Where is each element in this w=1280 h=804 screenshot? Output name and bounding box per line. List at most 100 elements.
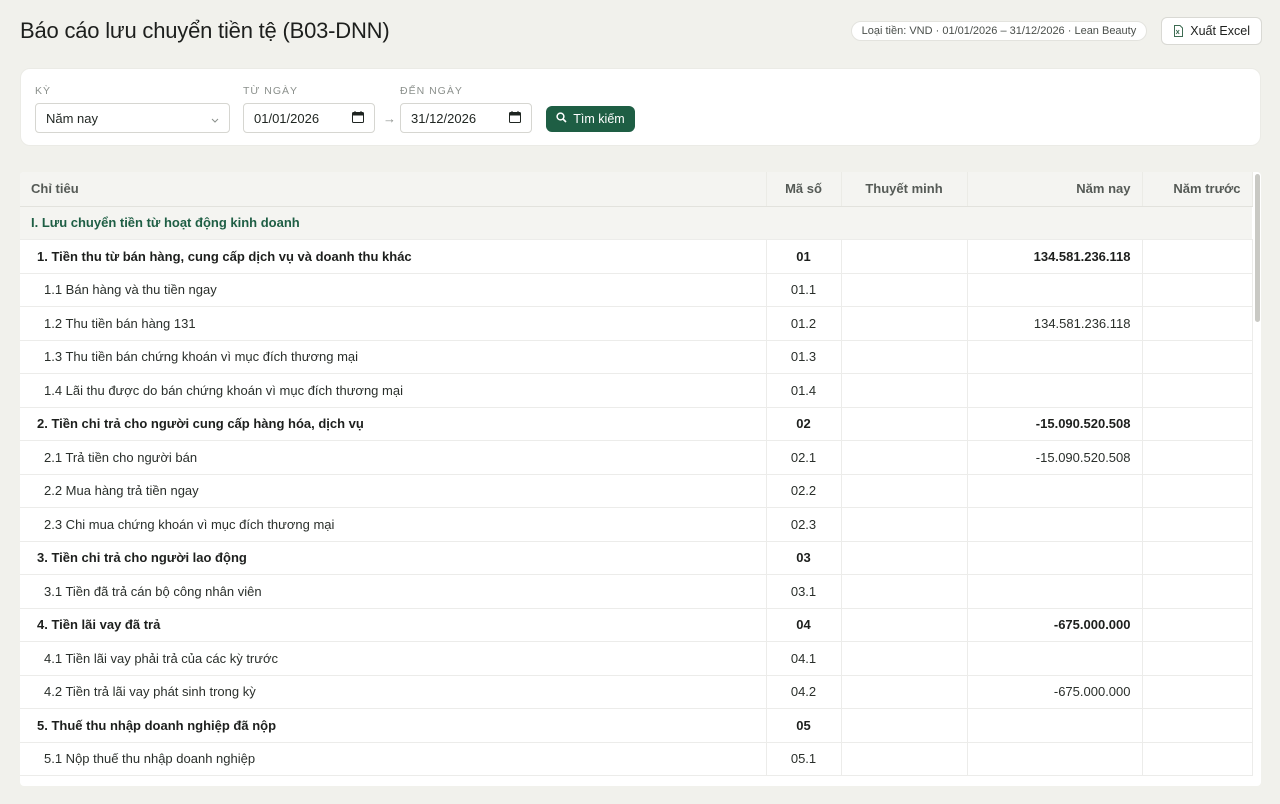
vertical-scrollbar[interactable] [1255, 174, 1260, 322]
calendar-icon[interactable] [352, 110, 364, 126]
excel-file-icon [1173, 25, 1184, 37]
row-code: 05.1 [766, 742, 842, 776]
row-code: 02 [766, 407, 842, 441]
column-header-previous-year: Năm trước [1142, 172, 1253, 207]
row-previous-year-value [1142, 507, 1253, 542]
table-group-row: 1. Tiền thu từ bán hàng, cung cấp dịch v… [20, 239, 1253, 274]
row-note [841, 474, 968, 508]
row-current-year-value [967, 340, 1143, 374]
arrow-right-icon: → [383, 111, 396, 126]
row-code: 03.1 [766, 574, 842, 609]
period-value: Năm nay [46, 110, 99, 126]
row-current-year-value: -15.090.520.508 [967, 440, 1143, 475]
row-current-year-value [967, 541, 1143, 575]
from-date-input[interactable]: 01/01/2026 [243, 103, 375, 133]
section-title: I. Lưu chuyển tiền từ hoạt động kinh doa… [20, 206, 1252, 240]
row-code: 02.3 [766, 507, 842, 542]
row-indicator-name: 2.2 Mua hàng trả tiền ngay [20, 474, 767, 508]
table-header-row: Chỉ tiêu Mã số Thuyết minh Năm nay Năm t… [20, 172, 1253, 207]
row-previous-year-value [1142, 574, 1253, 609]
row-code: 04.1 [766, 641, 842, 676]
row-indicator-name: 2.1 Trả tiền cho người bán [20, 440, 767, 475]
row-previous-year-value [1142, 608, 1253, 642]
table-group-row: 5. Thuế thu nhập doanh nghiệp đã nộp 05 [20, 708, 1253, 743]
table-row: 1.4 Lãi thu được do bán chứng khoán vì m… [20, 373, 1253, 408]
row-current-year-value: -15.090.520.508 [967, 407, 1143, 441]
page-header: Báo cáo lưu chuyển tiền tệ (B03-DNN) Loạ… [20, 14, 1262, 48]
row-previous-year-value [1142, 373, 1253, 408]
row-note [841, 340, 968, 374]
to-date-label: Đến ngày [400, 85, 463, 97]
row-indicator-name: 3.1 Tiền đã trả cán bộ công nhân viên [20, 574, 767, 609]
page-title: Báo cáo lưu chuyển tiền tệ (B03-DNN) [20, 18, 390, 43]
row-indicator-name: 5. Thuế thu nhập doanh nghiệp đã nộp [20, 708, 767, 743]
row-code: 01.1 [766, 273, 842, 307]
row-note [841, 574, 968, 609]
row-previous-year-value [1142, 239, 1253, 274]
row-previous-year-value [1142, 641, 1253, 676]
row-code: 01.2 [766, 306, 842, 341]
row-indicator-name: 4.1 Tiền lãi vay phải trả của các kỳ trư… [20, 641, 767, 676]
row-code: 05 [766, 708, 842, 743]
row-current-year-value [967, 507, 1143, 542]
cash-flow-table-panel: Chỉ tiêu Mã số Thuyết minh Năm nay Năm t… [20, 172, 1261, 786]
row-code: 03 [766, 541, 842, 575]
row-previous-year-value [1142, 474, 1253, 508]
period-select[interactable]: Năm nay [35, 103, 230, 133]
to-date-filter: Đến ngày 31/12/2026 [400, 85, 532, 133]
row-code: 01 [766, 239, 842, 274]
row-note [841, 373, 968, 408]
from-date-filter: Từ ngày 01/01/2026 [243, 85, 375, 133]
row-current-year-value [967, 641, 1143, 676]
row-note [841, 608, 968, 642]
row-code: 02.2 [766, 474, 842, 508]
row-previous-year-value [1142, 742, 1253, 776]
export-excel-label: Xuất Excel [1190, 24, 1250, 38]
row-code: 01.3 [766, 340, 842, 374]
row-previous-year-value [1142, 675, 1253, 709]
row-note [841, 641, 968, 676]
row-current-year-value [967, 708, 1143, 743]
row-previous-year-value [1142, 541, 1253, 575]
table-row: 1.1 Bán hàng và thu tiền ngay 01.1 [20, 273, 1253, 307]
table-row: 2.2 Mua hàng trả tiền ngay 02.2 [20, 474, 1253, 508]
table-row: 2.1 Trả tiền cho người bán 02.1 -15.090.52… [20, 440, 1253, 475]
table-group-row: 3. Tiền chi trả cho người lao động 03 [20, 541, 1253, 575]
table-row: 1.3 Thu tiền bán chứng khoán vì mục đích… [20, 340, 1253, 374]
search-icon [556, 112, 567, 126]
row-note [841, 239, 968, 274]
section-row: I. Lưu chuyển tiền từ hoạt động kinh doa… [20, 206, 1252, 240]
row-code: 04.2 [766, 675, 842, 709]
row-note [841, 407, 968, 441]
header-actions: Loại tiền: VND · 01/01/2026 – 31/12/2026… [850, 17, 1262, 45]
report-context-badge: Loại tiền: VND · 01/01/2026 – 31/12/2026… [850, 21, 1148, 41]
to-date-input[interactable]: 31/12/2026 [400, 103, 532, 133]
row-current-year-value [967, 373, 1143, 408]
row-previous-year-value [1142, 340, 1253, 374]
row-code: 04 [766, 608, 842, 642]
row-note [841, 675, 968, 709]
row-indicator-name: 1. Tiền thu từ bán hàng, cung cấp dịch v… [20, 239, 767, 274]
row-current-year-value: 134.581.236.118 [967, 306, 1143, 341]
row-current-year-value [967, 474, 1143, 508]
row-previous-year-value [1142, 306, 1253, 341]
chevron-down-icon [211, 111, 219, 126]
calendar-icon[interactable] [509, 110, 521, 126]
row-indicator-name: 1.3 Thu tiền bán chứng khoán vì mục đích… [20, 340, 767, 374]
table-row: 3.1 Tiền đã trả cán bộ công nhân viên 03.… [20, 574, 1253, 609]
table-row: 2.3 Chi mua chứng khoán vì mục đích thươ… [20, 507, 1253, 542]
row-indicator-name: 1.2 Thu tiền bán hàng 131 [20, 306, 767, 341]
export-excel-button[interactable]: Xuất Excel [1161, 17, 1262, 45]
column-header-note: Thuyết minh [841, 172, 968, 207]
row-current-year-value [967, 273, 1143, 307]
column-header-current-year: Năm nay [967, 172, 1143, 207]
from-date-value: 01/01/2026 [254, 110, 320, 126]
search-button[interactable]: Tìm kiếm [546, 106, 635, 132]
table-row: 4.2 Tiền trả lãi vay phát sinh trong kỳ 0… [20, 675, 1253, 709]
table-row: 4.1 Tiền lãi vay phải trả của các kỳ trư… [20, 641, 1253, 676]
row-previous-year-value [1142, 273, 1253, 307]
row-indicator-name: 3. Tiền chi trả cho người lao động [20, 541, 767, 575]
filter-panel: Kỳ Năm nay Từ ngày 01/01/2026 → Đến ngày… [20, 68, 1261, 146]
row-code: 02.1 [766, 440, 842, 475]
to-date-value: 31/12/2026 [411, 110, 477, 126]
